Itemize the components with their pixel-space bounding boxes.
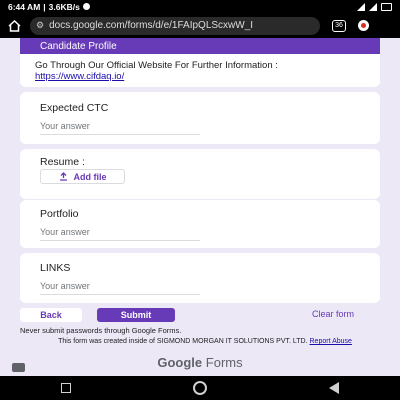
question-title: Portfolio (40, 208, 79, 220)
status-bar: 6:44 AM | 3.6KB/s (0, 0, 400, 13)
question-resume: Resume : Add file (20, 149, 380, 199)
brand-google: Google (157, 355, 203, 370)
tab-count: 36 (335, 22, 343, 29)
system-nav-bar (0, 376, 400, 400)
brand-forms: Forms (205, 355, 243, 370)
created-by-notice: This form was created inside of SIGMOND … (40, 338, 370, 346)
portfolio-input[interactable]: Your answer (40, 227, 200, 241)
home-nav-icon[interactable] (193, 381, 207, 395)
password-warning: Never submit passwords through Google Fo… (20, 326, 182, 335)
address-bar[interactable]: ⚙ docs.google.com/forms/d/e/1FAIpQLScxwW… (30, 16, 320, 35)
back-button[interactable]: Back (20, 308, 82, 322)
browser-toolbar: ⚙ docs.google.com/forms/d/e/1FAIpQLScxwW… (0, 13, 400, 38)
add-file-button[interactable]: Add file (40, 169, 125, 184)
google-forms-logo: Google Forms (0, 355, 400, 370)
status-time: 6:44 AM (8, 1, 41, 12)
feedback-icon[interactable] (12, 363, 25, 372)
home-icon[interactable] (6, 18, 22, 34)
section-title: Candidate Profile (20, 38, 380, 54)
alarm-icon (82, 3, 90, 10)
recents-icon[interactable] (61, 383, 71, 393)
clear-form-button[interactable]: Clear form (312, 309, 354, 319)
back-nav-icon[interactable] (329, 382, 339, 394)
submit-button[interactable]: Submit (97, 308, 175, 322)
created-text: This form was created inside of SIGMOND … (58, 338, 308, 345)
links-input[interactable]: Your answer (40, 281, 200, 295)
profile-menu-icon[interactable] (358, 20, 369, 31)
report-abuse-link[interactable]: Report Abuse (310, 338, 352, 345)
battery-icon (381, 2, 392, 11)
signal-icon-2 (369, 2, 377, 11)
tab-switcher-button[interactable]: 36 (332, 19, 346, 32)
section-description: Go Through Our Official Website For Furt… (20, 54, 380, 87)
signal-icon (357, 2, 365, 11)
site-settings-icon[interactable]: ⚙ (36, 20, 44, 31)
question-expected-ctc: Expected CTC Your answer (20, 92, 380, 144)
description-text: Go Through Our Official Website For Furt… (35, 60, 278, 71)
website-link[interactable]: https://www.cifdaq.io/ (35, 71, 124, 82)
form-header-card: Candidate Profile Go Through Our Officia… (20, 38, 380, 87)
add-file-label: Add file (73, 171, 107, 182)
question-portfolio: Portfolio Your answer (20, 200, 380, 248)
question-title: Resume : (40, 156, 85, 168)
question-title: LINKS (40, 262, 71, 274)
status-speed: 3.6KB/s (48, 1, 80, 12)
expected-ctc-input[interactable]: Your answer (40, 121, 200, 135)
upload-icon (59, 172, 67, 181)
url-text: docs.google.com/forms/d/e/1FAIpQLScxwW_I (49, 20, 254, 31)
question-title: Expected CTC (40, 102, 109, 114)
question-links: LINKS Your answer (20, 253, 380, 303)
